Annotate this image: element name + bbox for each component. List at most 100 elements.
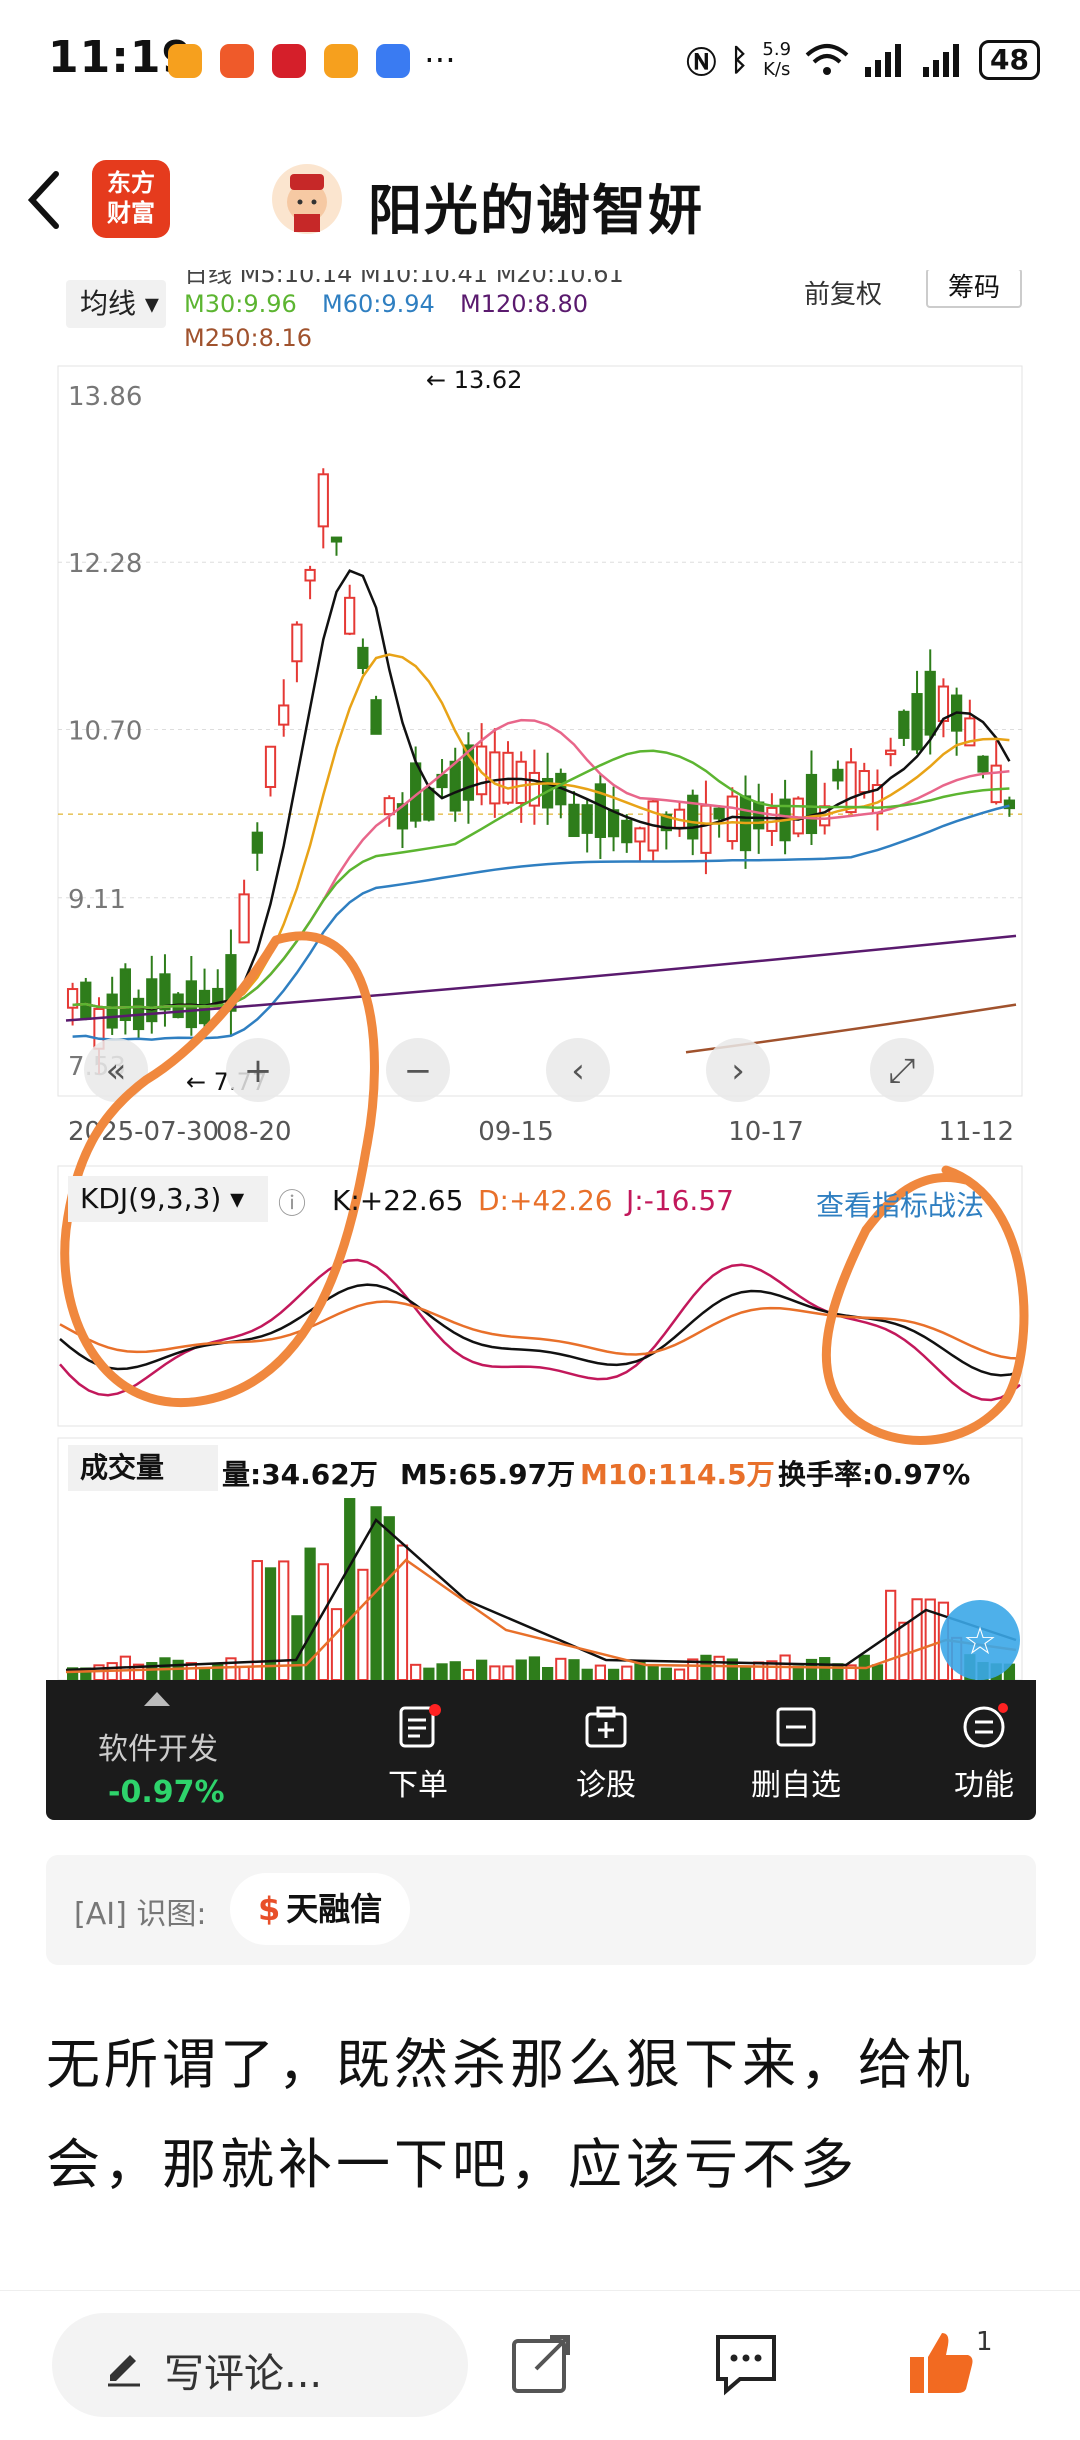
- candle-body: [119, 968, 131, 1022]
- kdj-j-value: J:-16.57: [626, 1184, 734, 1217]
- kdj-selector-button[interactable]: KDJ(9,3,3) ▾: [68, 1176, 268, 1222]
- caret-up-icon: [144, 1692, 170, 1706]
- lightbulb-icon: ☆: [963, 1619, 997, 1663]
- candle-body: [278, 704, 290, 726]
- status-bar: 11:19 ⋯ Ⓝ ᛒ 5.9 K/s 48: [0, 0, 1080, 120]
- candle-body: [937, 685, 950, 722]
- candle-body: [911, 693, 923, 751]
- signal-icon: [865, 44, 902, 77]
- remove-watchlist-button[interactable]: 删自选: [706, 1680, 886, 1820]
- stock-chart-image[interactable]: 13.8612.2810.709.117.53← 13.62← 7.77«+−‹…: [46, 270, 1036, 1820]
- ma60-label: M60:9.94: [322, 290, 435, 318]
- stock-change: -0.97%: [108, 1775, 225, 1810]
- post-header: 东方 财富 阳光的谢智妍: [0, 150, 1080, 250]
- candle-body: [858, 770, 870, 794]
- bluetooth-icon: ᛒ: [730, 42, 749, 78]
- volume-bar: [172, 1659, 184, 1680]
- volume-bar: [871, 1664, 884, 1680]
- volume-m5: M5:65.97万: [400, 1458, 576, 1491]
- volume-selector-button[interactable]: 成交量: [68, 1445, 218, 1491]
- volume-bar: [502, 1665, 514, 1680]
- volume-bar: [542, 1666, 554, 1680]
- candle-body: [344, 596, 356, 635]
- stock-name: 软件开发: [98, 1732, 218, 1767]
- comment-input[interactable]: 写评论...: [52, 2313, 468, 2417]
- volume-bar: [673, 1668, 686, 1680]
- adjust-mode-label[interactable]: 前复权: [804, 274, 882, 311]
- functions-button[interactable]: 功能: [894, 1680, 1036, 1820]
- post-body: 无所谓了，既然杀那么狠下来，给机会，那就补一下吧，应该亏不多: [46, 2033, 974, 2196]
- comment-icon[interactable]: [710, 2327, 782, 2399]
- wifi-icon: [805, 44, 849, 75]
- candle-body: [80, 981, 92, 1020]
- volume-bar: [489, 1665, 501, 1680]
- volume-bar: [317, 1563, 329, 1680]
- price-panel-frame: [57, 365, 1023, 1097]
- candle-body: [805, 773, 818, 835]
- price-axis-label: 12.28: [68, 549, 142, 579]
- candle-body: [330, 536, 343, 543]
- volume-bar: [911, 1598, 923, 1680]
- share-icon[interactable]: [506, 2327, 578, 2399]
- date-axis-label: 09-15: [478, 1117, 554, 1147]
- volume-bar: [198, 1667, 211, 1680]
- volume-bar: [383, 1516, 395, 1680]
- volume-bar: [792, 1665, 804, 1680]
- volume-bar: [449, 1661, 461, 1680]
- volume-bar: [555, 1657, 567, 1680]
- like-count: 1: [976, 2327, 993, 2357]
- diagnose-icon: [585, 1706, 627, 1748]
- ma-legend-line1: 日线 M5:10.14 M10:10.41 M20:10.61: [184, 270, 624, 288]
- battery-indicator: 48: [979, 40, 1040, 80]
- volume-bar: [647, 1665, 659, 1680]
- stock-tag-chip[interactable]: $ 天融信: [230, 1873, 411, 1945]
- avatar[interactable]: [272, 164, 342, 234]
- net-speed: 5.9 K/s: [762, 39, 792, 80]
- bottom-action-bar: 写评论... 1: [0, 2290, 1080, 2440]
- notification-icon: [272, 44, 306, 78]
- stock-toolbar: 软件开发 -0.97% 下单 诊股 删自选 功能: [46, 1680, 1036, 1820]
- chart-nav-icon: ‹: [571, 1051, 585, 1091]
- kdj-k-value: K:+22.65: [332, 1184, 464, 1217]
- app-logo[interactable]: 东方 财富: [92, 160, 170, 238]
- candle-body: [423, 787, 435, 821]
- ma120-label: M120:8.80: [460, 290, 589, 318]
- pencil-icon: [108, 2355, 140, 2387]
- volume-bar: [436, 1663, 448, 1680]
- kdj-help-icon[interactable]: ⓘ: [278, 1182, 306, 1222]
- volume-bar: [291, 1615, 303, 1680]
- candle-body: [766, 806, 778, 832]
- candle-body: [291, 623, 303, 663]
- candle-body: [924, 670, 936, 736]
- ma-selector-button[interactable]: 均线 ▾: [66, 280, 166, 328]
- back-button[interactable]: [24, 168, 74, 232]
- volume-bar: [739, 1667, 752, 1680]
- volume-bar: [568, 1659, 580, 1680]
- volume-bar: [753, 1661, 765, 1680]
- candle-body: [383, 797, 395, 816]
- order-button[interactable]: 下单: [328, 1680, 508, 1820]
- candle-body: [568, 803, 580, 838]
- author-name[interactable]: 阳光的谢智妍: [368, 166, 704, 245]
- candle-body: [317, 473, 329, 528]
- kdj-strategy-link[interactable]: 查看指标战法: [816, 1184, 984, 1224]
- thumbs-up-icon[interactable]: [906, 2327, 978, 2399]
- volume-bar: [278, 1560, 290, 1680]
- volume-value: 量:34.62万: [222, 1458, 378, 1491]
- volume-bar: [410, 1663, 422, 1680]
- candle-body: [370, 699, 382, 735]
- remove-watchlist-icon: [776, 1707, 816, 1747]
- volume-bar: [607, 1668, 620, 1680]
- candle-body: [845, 761, 857, 814]
- candle-body: [106, 993, 118, 1029]
- candle-body: [304, 568, 316, 582]
- chips-button[interactable]: 筹码: [926, 270, 1022, 308]
- signal-icon: [923, 44, 960, 77]
- chart-nav-icon: ›: [731, 1051, 745, 1091]
- diagnose-button[interactable]: 诊股: [516, 1680, 696, 1820]
- date-axis-label: 11-12: [938, 1117, 1014, 1147]
- menu-circle-icon: [963, 1703, 1008, 1748]
- candle-body: [489, 751, 501, 805]
- ai-identify-label: [AI] 识图:: [74, 1897, 207, 1932]
- candle-body: [238, 893, 250, 944]
